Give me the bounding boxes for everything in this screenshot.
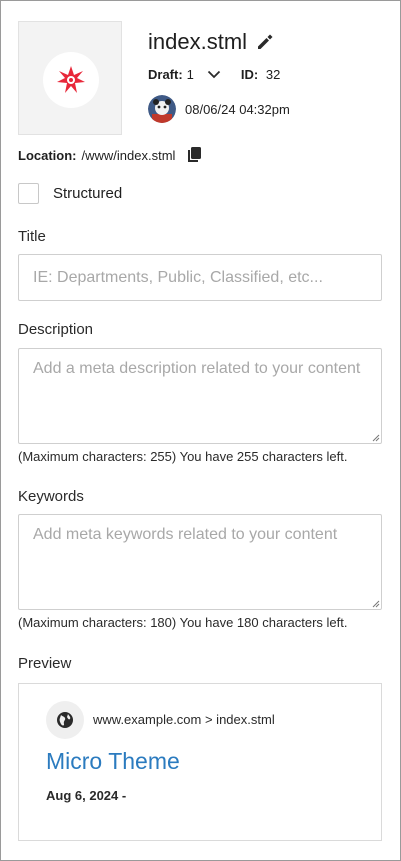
structured-checkbox[interactable]	[18, 183, 39, 204]
copy-icon[interactable]	[187, 147, 202, 163]
title-row: index.stml	[148, 29, 274, 55]
id-label: ID:	[240, 67, 259, 82]
author-row: 08/06/24 04:32pm	[148, 95, 290, 123]
avatar-icon[interactable]	[148, 95, 176, 123]
title-input[interactable]	[18, 254, 382, 301]
globe-badge	[46, 701, 84, 739]
search-preview-card: www.example.com > index.stml Micro Theme…	[18, 683, 382, 841]
chevron-down-icon[interactable]	[207, 70, 221, 79]
id-value: 32	[265, 67, 281, 82]
location-row: Location: /www/index.stml	[18, 147, 202, 163]
draft-value: 1	[186, 67, 194, 82]
keywords-label: Keywords	[18, 488, 84, 505]
structured-label: Structured	[53, 185, 123, 202]
description-label: Description	[18, 321, 94, 338]
preview-breadcrumb: www.example.com > index.stml	[93, 712, 275, 727]
location-label: Location:	[18, 147, 77, 163]
draft-label: Draft:	[148, 67, 183, 82]
id-block: ID: 32	[241, 67, 280, 82]
logo-badge	[43, 52, 99, 108]
timestamp: 08/06/24 04:32pm	[185, 101, 290, 117]
keywords-textarea[interactable]	[18, 514, 382, 610]
preview-label: Preview	[18, 655, 72, 672]
title-label: Title	[18, 228, 46, 245]
structured-row: Structured	[18, 183, 122, 204]
resize-grip-icon[interactable]	[372, 434, 380, 442]
description-hint: (Maximum characters: 255) You have 255 c…	[18, 449, 348, 464]
file-name: index.stml	[148, 29, 248, 54]
preview-title-link[interactable]: Micro Theme	[46, 748, 180, 775]
keywords-hint: (Maximum characters: 180) You have 180 c…	[18, 615, 348, 630]
description-textarea[interactable]	[18, 348, 382, 444]
pencil-icon[interactable]	[256, 33, 274, 51]
resize-grip-icon[interactable]	[372, 600, 380, 608]
page-thumbnail	[18, 21, 122, 135]
draft-id-row: Draft: 1 ID: 32	[148, 67, 280, 82]
page-properties-panel: index.stml Draft: 1 ID: 32 08/06/24 04:3…	[0, 0, 401, 861]
preview-date: Aug 6, 2024 -	[46, 788, 127, 803]
location-path: /www/index.stml	[81, 147, 176, 163]
